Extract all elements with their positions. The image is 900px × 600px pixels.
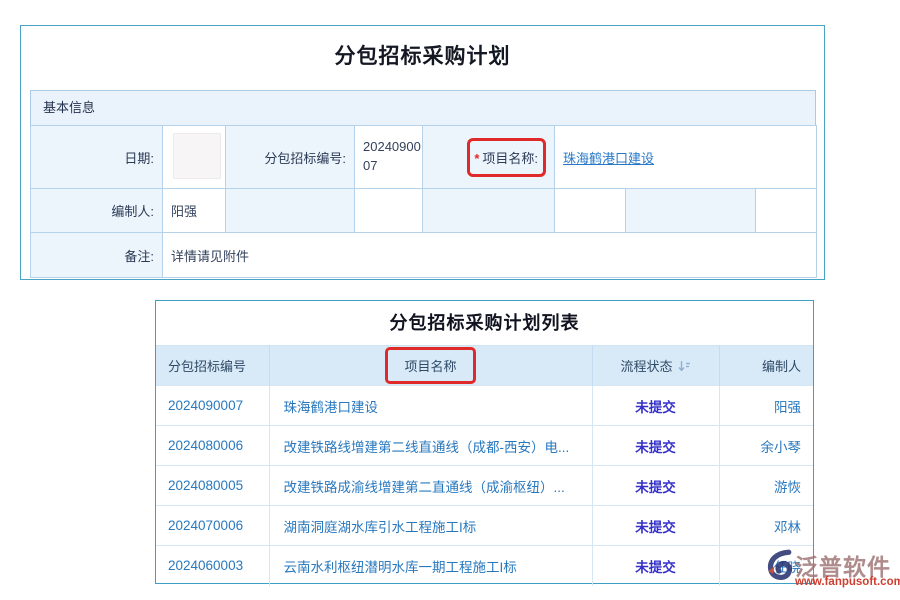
- section-header-basic-info: 基本信息: [30, 90, 816, 126]
- empty-label-cell: [423, 189, 555, 233]
- status-badge: 未提交: [635, 440, 676, 455]
- form-title: 分包招标采购计划: [21, 40, 824, 70]
- table-row: 2024080006 改建铁路线增建第二线直通线（成都-西安）电... 未提交 …: [156, 426, 813, 466]
- project-name-required-highlight: *项目名称:: [467, 138, 546, 177]
- compiler-name: 任晓: [774, 560, 801, 575]
- plan-list-table: 分包招标编号 项目名称 流程状态 编制人 2024090007 珠海鹤港口建设 …: [156, 345, 813, 586]
- required-asterisk-icon: *: [474, 151, 479, 166]
- empty-value-cell: [355, 189, 423, 233]
- compiler-name: 邓林: [774, 520, 801, 535]
- compiler-name: 游恢: [774, 480, 801, 495]
- sort-amount-icon[interactable]: [678, 360, 691, 375]
- empty-value-cell: [756, 189, 817, 233]
- project-link[interactable]: 云南水利枢纽潜明水库一期工程施工I标: [284, 560, 517, 575]
- table-row: 2024060003 云南水利枢纽潜明水库一期工程施工I标 未提交 任晓: [156, 546, 813, 586]
- procurement-plan-list-card: 分包招标采购计划列表 分包招标编号 项目名称 流程状态 编制人 20240900…: [155, 300, 814, 584]
- page: 分包招标采购计划 基本信息 日期: 分包招标编号: 2024090007: [0, 0, 900, 600]
- status-badge: 未提交: [635, 400, 676, 415]
- empty-label-cell: [626, 189, 756, 233]
- empty-label-cell: [226, 189, 355, 233]
- bid-no-label: 分包招标编号:: [226, 126, 355, 189]
- project-name-cell: 珠海鹤港口建设: [555, 126, 817, 189]
- project-name-link[interactable]: 珠海鹤港口建设: [563, 151, 654, 166]
- column-header-project-name: 项目名称: [269, 346, 592, 386]
- column-header-bid-no: 分包招标编号: [156, 346, 269, 386]
- table-row: 2024090007 珠海鹤港口建设 未提交 阳强: [156, 386, 813, 426]
- remark-value: 详情请见附件: [163, 233, 817, 278]
- table-row: 2024070006 湖南洞庭湖水库引水工程施工I标 未提交 邓林: [156, 506, 813, 546]
- status-badge: 未提交: [635, 560, 676, 575]
- compiler-value: 阳强: [163, 189, 226, 233]
- compiler-name: 阳强: [774, 400, 801, 415]
- bid-no-link[interactable]: 2024070006: [168, 518, 243, 533]
- remark-label: 备注:: [31, 233, 163, 278]
- column-header-status[interactable]: 流程状态: [592, 346, 719, 386]
- compiler-label: 编制人:: [31, 189, 163, 233]
- status-column-label: 流程状态: [620, 359, 672, 374]
- bid-no-link[interactable]: 2024080005: [168, 478, 243, 493]
- project-link[interactable]: 湖南洞庭湖水库引水工程施工I标: [284, 520, 477, 535]
- project-link[interactable]: 珠海鹤港口建设: [284, 400, 379, 415]
- bid-no-value: 2024090007: [363, 138, 425, 176]
- compiler-name: 余小琴: [761, 440, 802, 455]
- bid-no-cell: 2024090007: [355, 126, 423, 189]
- bid-no-link[interactable]: 2024090007: [168, 398, 243, 413]
- project-link[interactable]: 改建铁路线增建第二线直通线（成都-西安）电...: [284, 440, 570, 455]
- status-badge: 未提交: [635, 520, 676, 535]
- list-title: 分包招标采购计划列表: [156, 301, 813, 345]
- status-badge: 未提交: [635, 480, 676, 495]
- procurement-plan-form-card: 分包招标采购计划 基本信息 日期: 分包招标编号: 2024090007: [20, 25, 825, 280]
- bid-no-link[interactable]: 2024060003: [168, 558, 243, 573]
- project-name-label: 项目名称:: [482, 151, 538, 166]
- basic-info-grid: 日期: 分包招标编号: 2024090007 *项目名称: 珠海鹤港口建设: [30, 125, 817, 278]
- date-cell: [163, 126, 226, 189]
- project-name-column-highlight: 项目名称: [385, 347, 475, 384]
- column-header-compiler: 编制人: [719, 346, 813, 386]
- empty-value-cell: [555, 189, 626, 233]
- date-label: 日期:: [31, 126, 163, 189]
- date-input[interactable]: [173, 133, 221, 179]
- bid-no-link[interactable]: 2024080006: [168, 438, 243, 453]
- project-link[interactable]: 改建铁路成渝线增建第二直通线（成渝枢纽）...: [284, 480, 565, 495]
- header-row: 分包招标编号 项目名称 流程状态 编制人: [156, 346, 813, 386]
- project-name-column-label: 项目名称: [404, 359, 456, 374]
- table-row: 2024080005 改建铁路成渝线增建第二直通线（成渝枢纽）... 未提交 游…: [156, 466, 813, 506]
- project-name-label-cell: *项目名称:: [423, 126, 555, 189]
